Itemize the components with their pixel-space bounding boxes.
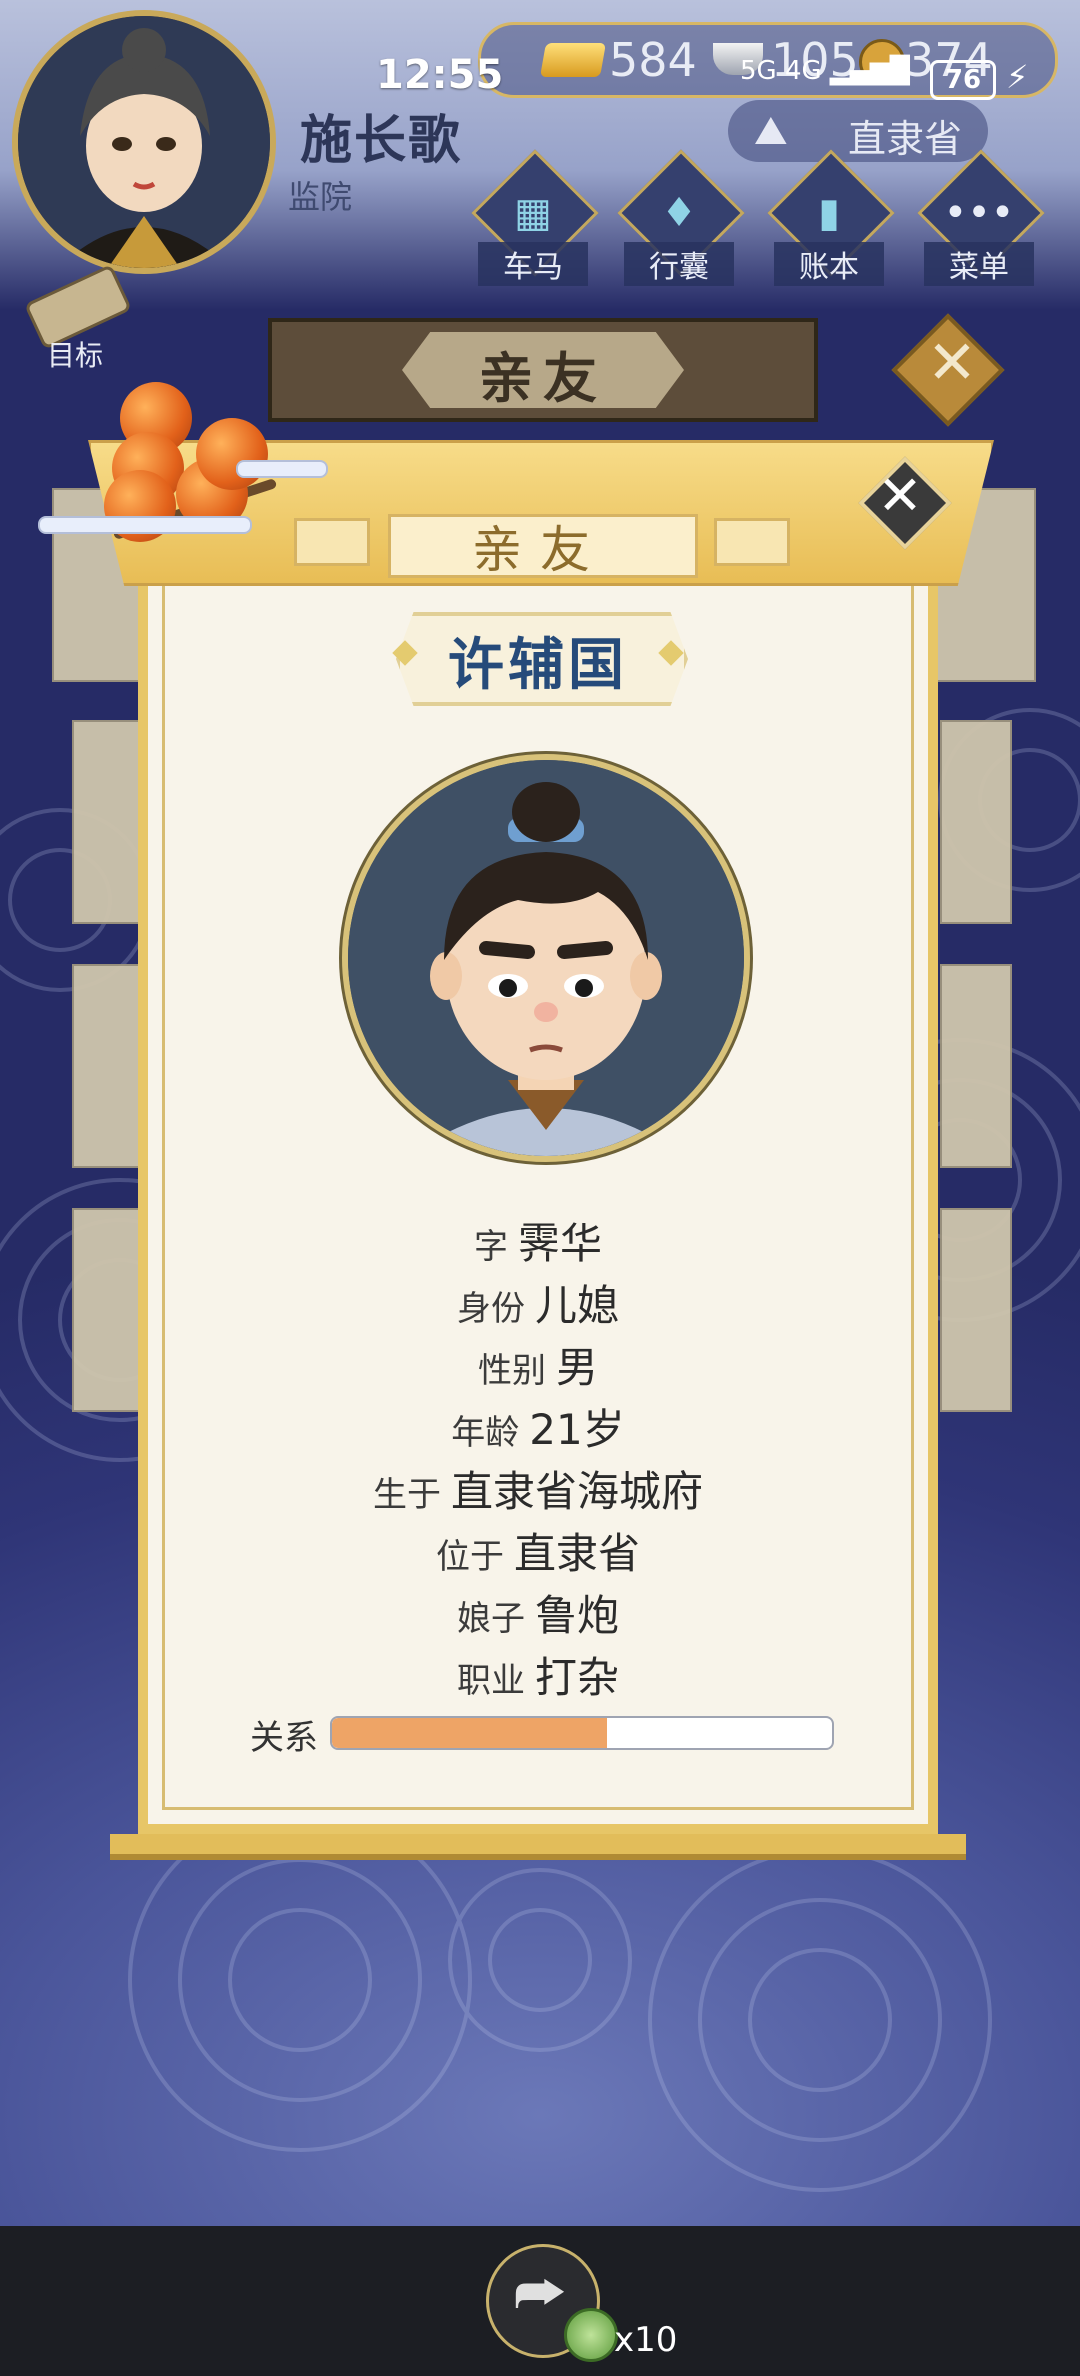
battery-icon: 76 (930, 60, 996, 100)
info-row-age: 年龄 21岁 (138, 1396, 938, 1457)
field-key: 娘子 (456, 1599, 525, 1639)
page-title: 亲友 (479, 347, 607, 410)
header-ornament (294, 518, 370, 566)
player-title: 监院 (288, 178, 353, 216)
field-value: 打杂 (534, 1653, 619, 1702)
region-label: 直隶省 (848, 117, 963, 161)
cloud-wisp (38, 516, 252, 534)
nav-luggage-label: 行囊 (624, 242, 734, 286)
field-value: 鲁炮 (534, 1591, 619, 1640)
nav-ledger-button[interactable]: ▮ 账本 (764, 149, 895, 286)
info-row-identity: 身份 儿媳 (138, 1272, 938, 1333)
carriage-icon: ▦ (514, 190, 552, 236)
status-time: 12:55 (376, 52, 504, 98)
hat-icon: ⛰ (754, 108, 788, 154)
info-row-spouse: 娘子 鲁炮 (138, 1582, 938, 1643)
player-name: 施长歌 (300, 111, 463, 171)
field-key: 职业 (456, 1661, 525, 1701)
background-card (940, 1208, 1012, 1412)
field-value: 21岁 (529, 1405, 625, 1454)
relation-label: 关系 (250, 1718, 318, 1758)
nav-menu-button[interactable]: ••• 菜单 (914, 149, 1045, 286)
region-button[interactable]: ⛰ 直隶省 (728, 100, 988, 162)
relation-bar-fill (332, 1718, 607, 1748)
network-label: 5G 4G (740, 56, 822, 86)
field-key: 生于 (372, 1475, 441, 1515)
person-avatar-icon (348, 760, 744, 1156)
field-key: 位于 (435, 1537, 504, 1577)
modal-title: 亲友 (472, 521, 608, 579)
field-value: 儿媳 (534, 1281, 619, 1330)
close-icon: ✕ (926, 328, 978, 398)
nav-carriage-label: 车马 (478, 242, 588, 286)
field-key: 性别 (477, 1351, 546, 1391)
jade-coin-icon (564, 2308, 618, 2362)
close-icon: ✕ (877, 464, 923, 527)
info-row-location: 位于 直隶省 (138, 1520, 938, 1581)
nav-menu-label: 菜单 (924, 242, 1034, 286)
field-value: 男 (555, 1343, 598, 1392)
reward-count: x10 (614, 2320, 678, 2360)
gold-ingot-icon (540, 43, 606, 77)
header-ornament (714, 518, 790, 566)
gold-amount: 584 (609, 33, 697, 87)
nav-luggage-button[interactable]: ♦ 行囊 (614, 149, 745, 286)
nav-ledger-label: 账本 (774, 242, 884, 286)
info-row-occupation: 职业 打杂 (138, 1644, 938, 1705)
field-value: 直隶省海城府 (450, 1467, 703, 1516)
field-key: 年龄 (451, 1413, 520, 1453)
player-avatar[interactable] (12, 10, 276, 274)
field-key: 身份 (456, 1289, 525, 1329)
page-title-banner: 亲友 (268, 318, 818, 422)
person-portrait (342, 754, 750, 1162)
modal-base (110, 1834, 966, 1860)
more-icon: ••• (943, 190, 1015, 236)
field-key: 字 (473, 1227, 508, 1267)
nav-carriage-button[interactable]: ▦ 车马 (468, 149, 599, 286)
background-card (940, 964, 1012, 1168)
signal-icon: 5G 4G ▂▄▆█ (740, 56, 910, 86)
goal-label: 目标 (46, 339, 103, 372)
info-row-birthplace: 生于 直隶省海城府 (138, 1458, 938, 1519)
luggage-icon: ♦ (661, 190, 697, 236)
relation-bar (330, 1716, 834, 1750)
person-name: 许辅国 (448, 633, 628, 698)
info-row-courtesy-name: 字霁华 (138, 1210, 938, 1271)
charging-icon: ⚡ (1006, 58, 1029, 96)
info-row-gender: 性别男 (138, 1334, 938, 1395)
field-value: 霁华 (517, 1219, 602, 1268)
player-portrait-icon (18, 16, 270, 268)
field-value: 直隶省 (513, 1529, 640, 1578)
goal-button[interactable]: 目标 (20, 264, 133, 372)
ledger-icon: ▮ (817, 190, 840, 236)
background-card (940, 720, 1012, 924)
persimmon-icon (196, 418, 268, 490)
cloud-wisp (236, 460, 328, 478)
